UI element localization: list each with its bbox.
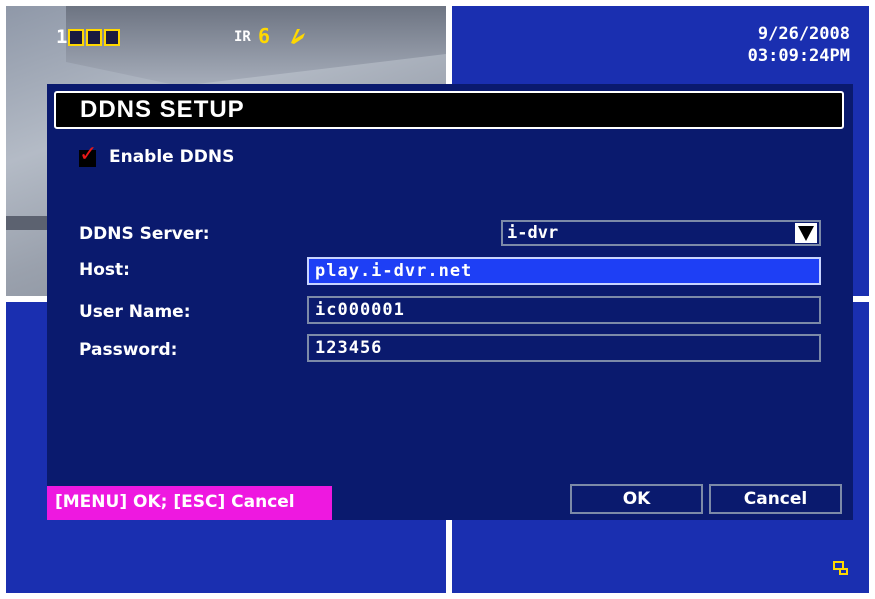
camera-status-icon	[68, 29, 84, 46]
camera-number: 1	[56, 26, 68, 48]
host-input[interactable]: play.i-dvr.net	[307, 257, 821, 285]
check-icon: ✓	[79, 142, 98, 167]
cancel-button[interactable]: Cancel	[709, 484, 842, 514]
password-label: Password:	[79, 340, 178, 360]
username-input[interactable]: ic000001	[307, 296, 821, 324]
key-hint-bar: [MENU] OK; [ESC] Cancel	[47, 486, 332, 520]
camera-status-icon	[104, 29, 120, 46]
ok-button[interactable]: OK	[570, 484, 703, 514]
enable-ddns-checkbox[interactable]: ✓	[79, 144, 97, 167]
audio-icon	[288, 25, 308, 47]
dialog-title-bar: DDNS SETUP	[54, 91, 844, 129]
ddns-server-value: i-dvr	[507, 223, 559, 243]
password-value: 123456	[315, 338, 383, 358]
key-hint-text: [MENU] OK; [ESC] Cancel	[55, 492, 295, 512]
password-input[interactable]: 123456	[307, 334, 821, 362]
username-value: ic000001	[315, 300, 405, 320]
ir-label: IR	[234, 29, 251, 45]
host-value: play.i-dvr.net	[315, 261, 473, 281]
ddns-setup-dialog: DDNS SETUP ✓ Enable DDNS DDNS Server: i-…	[47, 84, 853, 520]
ddns-server-label: DDNS Server:	[79, 224, 210, 244]
ir-value: 6	[258, 24, 271, 48]
ddns-server-select[interactable]: i-dvr	[501, 220, 821, 246]
dropdown-arrow-icon[interactable]	[795, 223, 817, 243]
hdd-icon	[833, 561, 849, 577]
host-label: Host:	[79, 260, 130, 280]
username-label: User Name:	[79, 302, 191, 322]
date-display: 9/26/2008	[757, 24, 850, 44]
camera-status-icon	[86, 29, 102, 46]
time-display: 03:09:24PM	[747, 46, 850, 66]
enable-ddns-label: Enable DDNS	[109, 147, 235, 167]
dialog-title: DDNS SETUP	[80, 96, 245, 123]
dvr-screen: 1 IR 6 9/26/2008 03:09:24PM DDNS SETUP ✓…	[0, 0, 875, 599]
camera-scene	[66, 6, 446, 86]
